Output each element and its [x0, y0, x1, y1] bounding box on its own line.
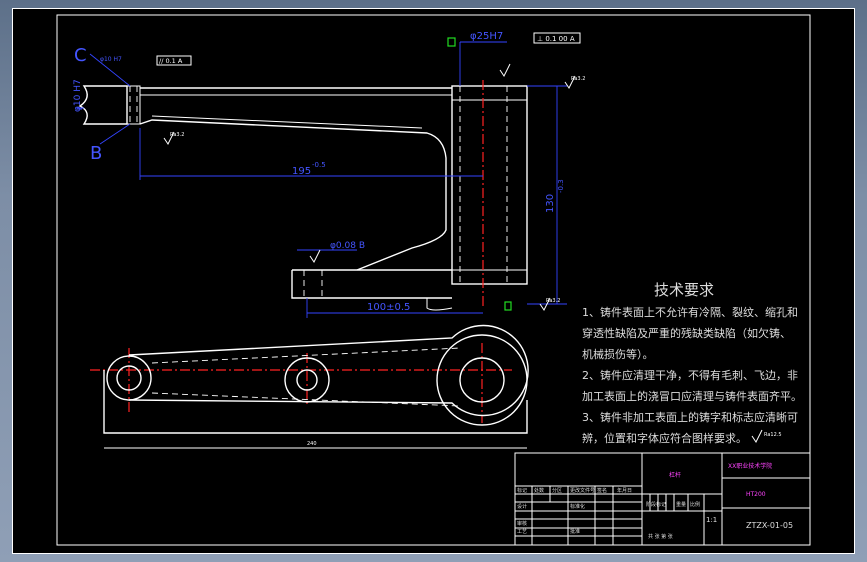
- left-hub-outline: [78, 85, 128, 125]
- datum-c-label: C: [74, 45, 87, 66]
- front-dimensions: 195 -0.5 130 -0.3 100±0.5 φ25H7 ⊥ 0.1 00…: [73, 31, 585, 318]
- rough-2: Ra3.2: [571, 76, 585, 82]
- front-view: [78, 80, 528, 311]
- foot-fillet: [426, 298, 453, 311]
- tb-row-label-3: 分区: [552, 487, 562, 494]
- tb-ratio: 比例: [690, 501, 700, 508]
- tb-sheet: 共 张 第 张: [648, 533, 673, 540]
- rough-1: Ra3.2: [170, 132, 184, 138]
- datum-b-label: B: [90, 143, 102, 164]
- marker-a-bottom: [504, 301, 512, 311]
- tb-row-label-2: 处数: [534, 487, 544, 494]
- tb-part-name: 杠杆: [669, 471, 681, 479]
- drawing-sheet: 195 -0.5 130 -0.3 100±0.5 φ25H7 ⊥ 0.1 00…: [12, 8, 855, 554]
- title-block: 标记 处数 分区 更改文件号 签名 年月日 设计 标准化 审核 工艺 批准 杠杆…: [514, 452, 811, 546]
- dim-phi-bottom-text: φ0.08 B: [330, 241, 365, 251]
- marker-a-top: [447, 37, 456, 47]
- bottom-length-text: 240: [307, 441, 317, 447]
- dim-195-tol: -0.5: [312, 161, 326, 169]
- tb-process: 工艺: [517, 529, 527, 535]
- tb-school: XX职业技术学院: [728, 462, 772, 470]
- tb-row-label-1: 标记: [517, 487, 527, 494]
- tech-line-4: 2、铸件应清理干净，不得有毛刺、飞边，非: [582, 368, 798, 382]
- tech-line-7: 辨，位置和字体应符合图样要求。: [582, 431, 747, 445]
- tb-row-label-6: 年月日: [617, 487, 632, 494]
- dim-left-height: φ10 H7: [73, 79, 83, 112]
- tb-std: 标准化: [570, 503, 585, 510]
- dim-100-text: 100±0.5: [367, 302, 410, 313]
- tb-design: 设计: [517, 503, 527, 510]
- arm-bottom-curve: [139, 119, 447, 271]
- tech-line-6: 3、铸件非加工表面上的铸字和标志应清晰可: [582, 410, 798, 424]
- tech-title: 技术要求: [654, 281, 714, 299]
- technical-requirements: 技术要求 1、铸件表面上不允许有冷隔、裂纹、缩孔和 穿透性缺陷及严重的残缺类缺陷…: [582, 281, 802, 445]
- outer-frame: [12, 8, 855, 554]
- tb-weight: 重量: [676, 501, 686, 508]
- tb-material: HT200: [746, 491, 766, 498]
- rough-3: Ra3.2: [546, 298, 560, 304]
- bottom-foot: [291, 269, 452, 299]
- tb-check: 审核: [517, 520, 527, 527]
- dim-130-tol: -0.3: [557, 179, 565, 193]
- tb-row-label-4: 更改文件号: [570, 487, 595, 494]
- dim-left-tiny: φ10 H7: [100, 56, 122, 63]
- tol-left-text: // 0.1 A: [159, 57, 183, 65]
- tech-rough-note: Ra12.5: [764, 432, 782, 438]
- dim-195-text: 195: [292, 166, 311, 177]
- main-boss: [451, 85, 528, 285]
- tb-row-label-5: 签名: [597, 487, 607, 494]
- tech-line-2: 穿透性缺陷及严重的残缺类缺陷（如欠铸、: [582, 326, 791, 340]
- tech-line-1: 1、铸件表面上不允许有冷隔、裂纹、缩孔和: [582, 305, 798, 319]
- left-hub-step: [127, 85, 141, 125]
- tb-approve: 批准: [570, 528, 580, 535]
- tech-line-5: 加工表面上的浇冒口应清理与铸件表面齐平。: [582, 389, 802, 403]
- cad-canvas[interactable]: 195 -0.5 130 -0.3 100±0.5 φ25H7 ⊥ 0.1 00…: [12, 8, 855, 554]
- dim-130-text: 130: [545, 194, 556, 213]
- dim-phi25-text: φ25H7: [470, 31, 503, 42]
- tol-top-text: ⊥ 0.1 00 A: [537, 35, 575, 43]
- tb-scale: 1:1: [706, 516, 717, 524]
- top-view: 240: [90, 324, 529, 449]
- tb-drawing-no: ZTZX-01-05: [746, 521, 793, 530]
- tb-stage: 阶段标记: [646, 501, 666, 508]
- tech-line-3: 机械损伤等）。: [582, 347, 654, 361]
